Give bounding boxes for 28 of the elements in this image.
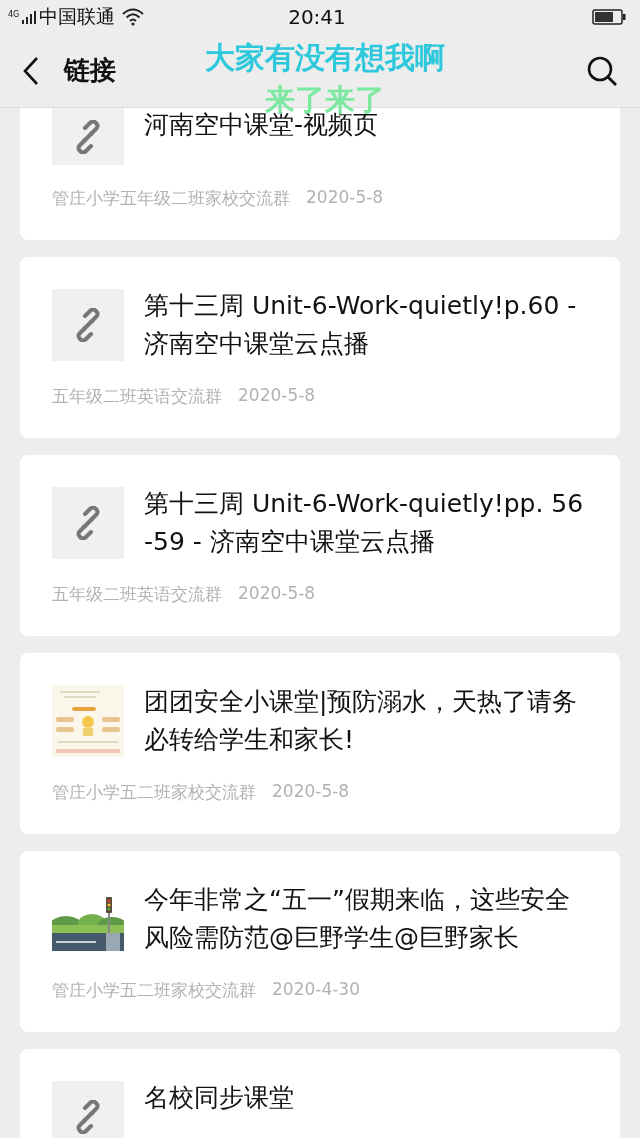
link-card[interactable]: 名校同步课堂 [20,1049,620,1138]
status-time: 20:41 [288,5,346,29]
page-title: 链接 [64,54,116,87]
link-card[interactable]: 今年非常之“五一”假期来临，这些安全风险需防范@巨野学生@巨野家长 管庄小学五二班家校交流群 2020-4-30 [20,851,620,1032]
link-title: 团团安全小课堂|预防溺水，天热了请务必转给学生和家长! [144,686,579,756]
share-date: 2020-5-8 [238,385,316,407]
carrier-label: 中国联通 [39,4,116,29]
link-card[interactable]: 第十三周 Unit-6-Work-quietly!p.60 - 济南空中课堂云点播 五年级二班英语交流群 2020-5-8 [20,257,620,438]
share-date: 2020-5-8 [306,187,384,209]
link-title: 第十三周 Unit-6-Work-quietly!p.60 - 济南空中课堂云点播 [144,290,578,360]
source-group: 五年级二班英语交流群 [52,385,222,408]
bullet-comment: 大家有没有想我啊 [205,39,445,77]
source-group: 管庄小学五二班家校交流群 [52,979,256,1002]
wifi-icon [122,8,145,26]
link-card[interactable]: 团团安全小课堂|预防溺水，天热了请务必转给学生和家长! 管庄小学五二班家校交流群 2020-5-8 [20,653,620,834]
link-title: 第十三周 Unit-6-Work-quietly!pp. 56-59 - 济南空中课堂云点播 [144,488,585,558]
share-date: 2020-5-8 [238,583,316,605]
source-group: 五年级二班英语交流群 [52,583,222,606]
source-group: 管庄小学五二班家校交流群 [52,781,256,804]
signal-icon [22,10,37,24]
link-card[interactable]: 第十三周 Unit-6-Work-quietly!pp. 56-59 - 济南空中课堂云点播 五年级二班英语交流群 2020-5-8 [20,455,620,636]
source-group: 管庄小学五年级二班家校交流群 [52,187,290,210]
share-date: 2020-4-30 [272,979,360,1001]
link-title: 今年非常之“五一”假期来临，这些安全风险需防范@巨野学生@巨野家长 [144,884,571,954]
network-label: 4G [8,10,20,19]
share-date: 2020-5-8 [272,781,350,803]
battery-icon [592,9,626,25]
link-title: 名校同步课堂 [144,1082,294,1114]
